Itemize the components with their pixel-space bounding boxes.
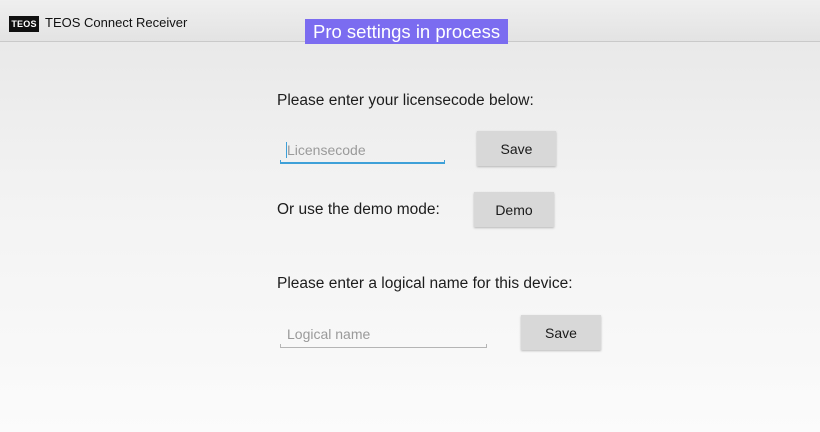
save-device-name-button[interactable]: Save bbox=[521, 315, 601, 350]
license-prompt: Please enter your licensecode below: bbox=[277, 92, 534, 109]
device-name-prompt: Please enter a logical name for this dev… bbox=[277, 275, 573, 292]
demo-button[interactable]: Demo bbox=[474, 192, 554, 227]
license-field-underline bbox=[280, 160, 445, 164]
text-cursor bbox=[286, 142, 287, 158]
logical-name-field-underline bbox=[280, 344, 487, 348]
licensecode-input[interactable] bbox=[280, 136, 445, 164]
save-license-button[interactable]: Save bbox=[477, 131, 556, 166]
app-logo: TEOS bbox=[9, 16, 39, 32]
logical-name-field[interactable] bbox=[280, 320, 487, 348]
license-field[interactable] bbox=[280, 136, 445, 164]
status-banner: Pro settings in process bbox=[305, 19, 509, 44]
demo-prompt: Or use the demo mode: bbox=[277, 201, 440, 218]
app-title: TEOS Connect Receiver bbox=[45, 15, 188, 30]
logical-name-input[interactable] bbox=[280, 320, 487, 348]
